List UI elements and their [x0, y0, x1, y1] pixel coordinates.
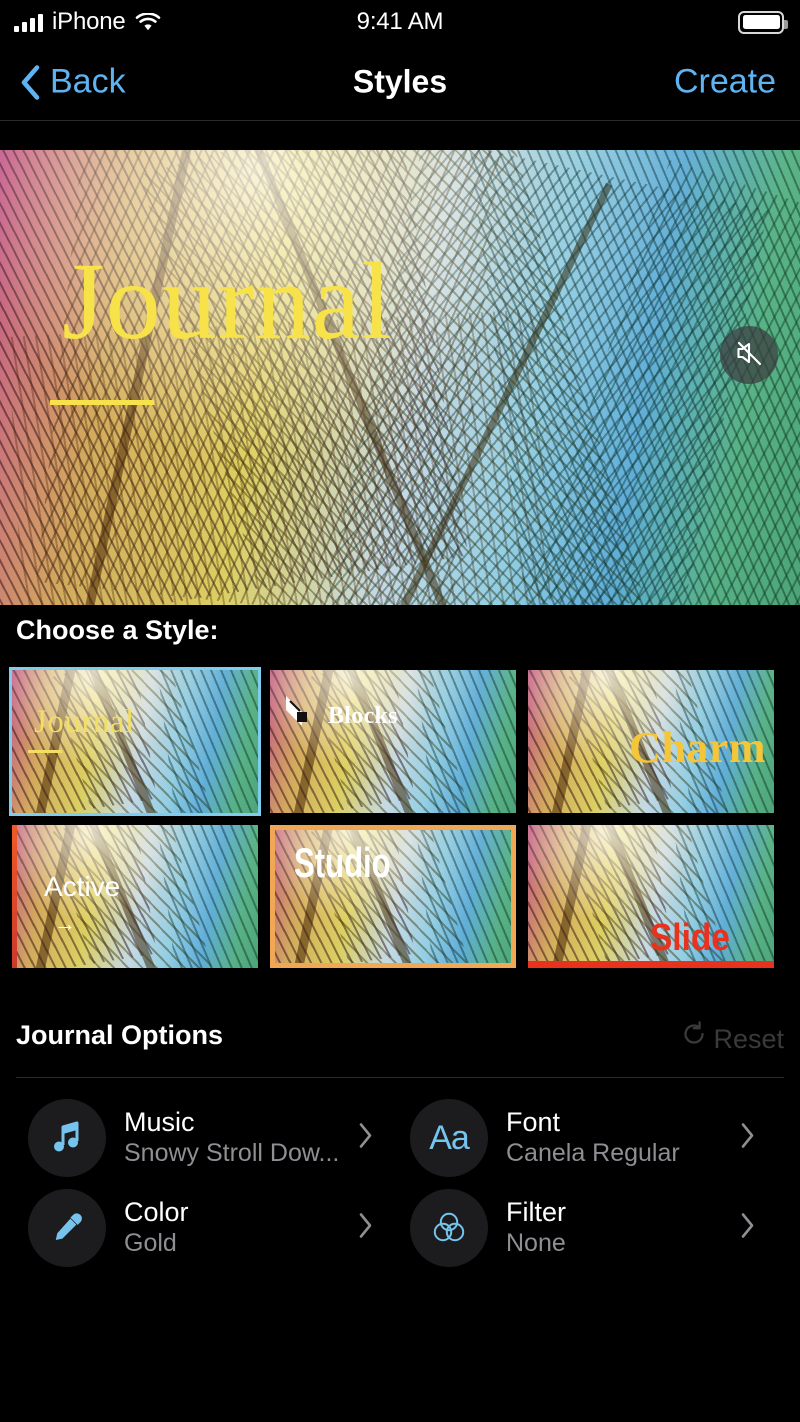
speaker-mute-icon	[733, 337, 765, 374]
filter-circles-icon	[410, 1189, 488, 1267]
style-thumb-active[interactable]: Active →	[12, 825, 258, 968]
music-note-icon	[28, 1099, 106, 1177]
style-thumb-blocks[interactable]: Blocks	[270, 670, 516, 813]
create-button[interactable]: Create	[674, 63, 776, 102]
refresh-icon	[681, 1021, 709, 1058]
option-text: Font Canela Regular	[506, 1107, 680, 1169]
styles-screen: iPhone 9:41 AM Back Styles Create Journa…	[0, 0, 800, 1422]
option-title: Color	[124, 1196, 189, 1227]
option-text: Music Snowy Stroll Dow...	[124, 1107, 339, 1169]
option-row-music[interactable]: Music Snowy Stroll Dow...	[28, 1098, 388, 1178]
eyedropper-icon	[28, 1189, 106, 1267]
preview-background-image	[0, 150, 800, 605]
reset-button-label: Reset	[713, 1024, 784, 1054]
video-preview[interactable]: Journal	[0, 150, 800, 605]
style-thumb-slide[interactable]: Slide	[528, 825, 774, 968]
option-value: Snowy Stroll Dow...	[124, 1138, 340, 1167]
blocks-flag-icon	[284, 692, 318, 735]
style-thumb-journal[interactable]: Journal	[9, 667, 261, 816]
style-thumb-label: Studio	[294, 839, 391, 886]
reset-button[interactable]: Reset	[681, 1021, 784, 1058]
style-thumb-label: Active	[44, 871, 121, 902]
option-title: Filter	[506, 1196, 566, 1227]
style-thumb-studio[interactable]: Studio	[270, 825, 516, 968]
style-thumb-label: Blocks	[328, 703, 398, 729]
option-value: Gold	[124, 1228, 177, 1257]
mute-button[interactable]	[720, 326, 778, 384]
options-heading: Journal Options	[16, 1020, 224, 1050]
preview-title: Journal	[62, 240, 393, 362]
chevron-right-icon	[740, 1122, 756, 1155]
chevron-right-icon	[740, 1212, 756, 1245]
option-row-color[interactable]: Color Gold	[28, 1188, 388, 1268]
style-thumb-underline	[28, 750, 62, 753]
option-value: None	[506, 1228, 566, 1257]
choose-style-heading: Choose a Style:	[16, 615, 219, 645]
options-grid: Music Snowy Stroll Dow... Aa Font Canela…	[28, 1098, 788, 1268]
status-bar-right	[738, 10, 788, 34]
thumb-background-image	[12, 670, 258, 813]
battery-full-icon	[738, 10, 788, 34]
status-bar: iPhone 9:41 AM	[0, 0, 800, 44]
style-thumb-label: Journal	[34, 704, 135, 740]
chevron-right-icon	[358, 1122, 374, 1155]
style-thumb-label: Charm	[629, 723, 766, 772]
option-row-filter[interactable]: Filter None	[410, 1188, 770, 1268]
style-thumb-charm[interactable]: Charm	[528, 670, 774, 813]
option-row-font[interactable]: Aa Font Canela Regular	[410, 1098, 770, 1178]
chevron-right-icon	[358, 1212, 374, 1245]
preview-underline	[50, 400, 154, 405]
style-thumb-label: Slide	[650, 917, 730, 959]
aa-text-icon: Aa	[410, 1099, 488, 1177]
style-thumbnail-grid: Journal Blocks Charm Active → Studio Sli…	[9, 667, 800, 968]
option-title: Music	[124, 1106, 195, 1137]
active-accent-bar	[12, 825, 17, 968]
option-text: Color Gold	[124, 1197, 189, 1259]
option-value: Canela Regular	[506, 1138, 680, 1167]
option-title: Font	[506, 1106, 561, 1137]
nav-bar: Back Styles Create	[0, 44, 800, 121]
option-text: Filter None	[506, 1197, 566, 1259]
slide-accent-bar	[528, 961, 774, 968]
arrow-right-icon: →	[54, 911, 76, 936]
clock: 9:41 AM	[356, 8, 444, 35]
options-divider	[16, 1077, 784, 1078]
